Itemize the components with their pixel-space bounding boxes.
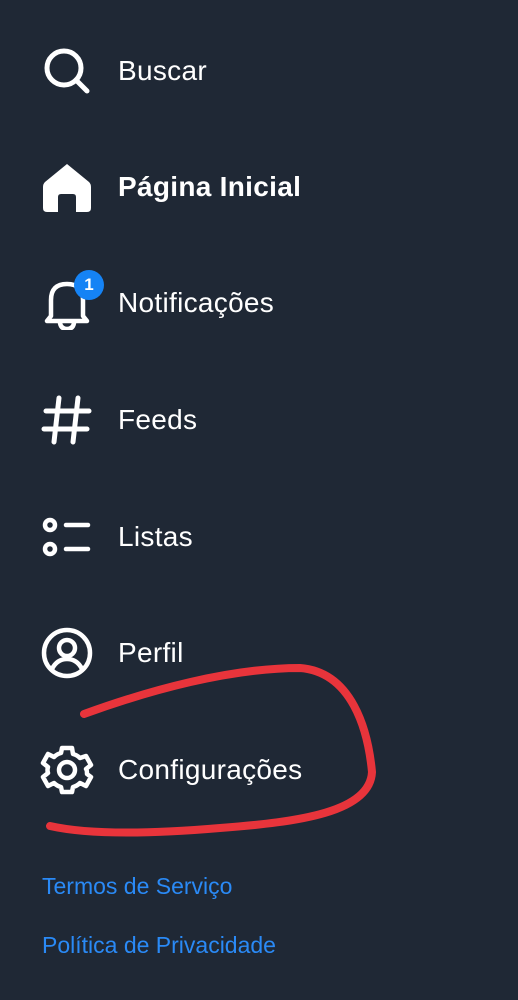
nav-item-search[interactable]: Buscar xyxy=(40,41,207,101)
nav-label-notifications: Notificações xyxy=(118,287,275,318)
privacy-policy-link[interactable]: Política de Privacidade xyxy=(42,932,276,959)
nav-label-profile: Perfil xyxy=(118,637,184,668)
notification-badge: 1 xyxy=(74,270,104,300)
nav-item-profile[interactable]: Perfil xyxy=(40,623,184,683)
nav-item-lists[interactable]: Listas xyxy=(40,507,193,567)
gear-icon xyxy=(40,743,94,797)
bell-icon: 1 xyxy=(40,270,104,330)
nav-item-notifications[interactable]: 1 Notificações xyxy=(40,270,275,333)
nav-item-home[interactable]: Página Inicial xyxy=(40,157,301,217)
hash-icon xyxy=(40,393,94,447)
nav-item-settings[interactable]: Configurações xyxy=(40,740,302,800)
nav-label-search: Buscar xyxy=(118,55,207,86)
nav-label-home: Página Inicial xyxy=(118,171,302,202)
red-highlight-annotation xyxy=(46,664,376,837)
terms-of-service-link[interactable]: Termos de Serviço xyxy=(42,873,232,900)
list-icon xyxy=(40,510,94,564)
search-icon xyxy=(40,44,94,98)
home-icon xyxy=(40,160,94,214)
nav-label-feeds: Feeds xyxy=(118,404,198,435)
nav-item-feeds[interactable]: Feeds xyxy=(40,390,197,450)
nav-label-settings: Configurações xyxy=(118,754,303,785)
user-circle-icon xyxy=(40,626,94,680)
nav-label-lists: Listas xyxy=(118,521,193,552)
